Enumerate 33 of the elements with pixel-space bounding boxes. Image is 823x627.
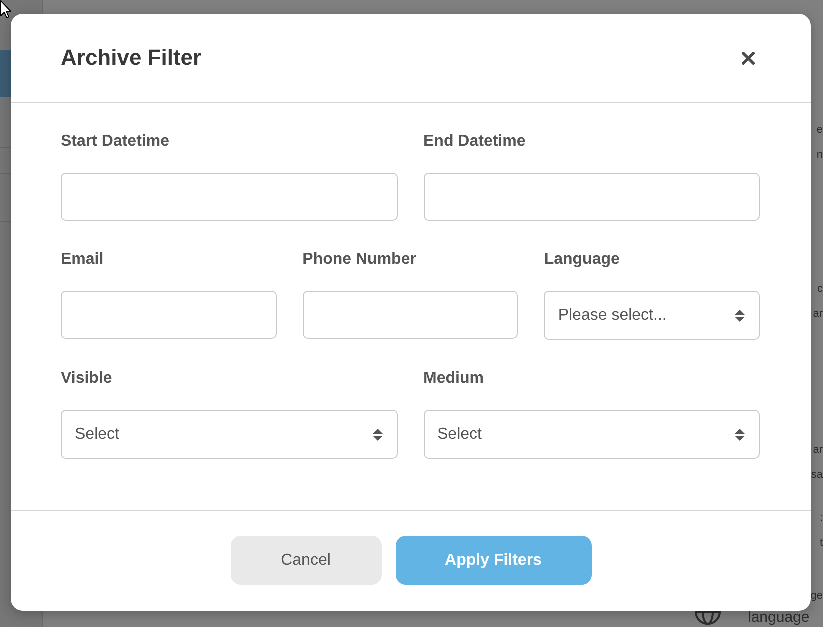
up-down-caret-icon (735, 428, 745, 442)
text-field[interactable] (424, 173, 760, 221)
globe-icon (695, 611, 721, 626)
field-label: Medium (424, 369, 484, 389)
close-button[interactable] (742, 52, 755, 64)
close-icon (742, 52, 755, 64)
field-label: Visible (61, 369, 112, 389)
text-field[interactable] (61, 291, 277, 339)
cursor-icon (0, 0, 12, 19)
up-down-caret-icon (735, 308, 745, 322)
field-label: Email (61, 250, 104, 270)
text-fragment: n (816, 149, 823, 162)
text-fragment: t (820, 537, 823, 550)
field-label: Start Datetime (61, 132, 170, 152)
text-fragment: e (816, 124, 823, 137)
select-field[interactable]: Select (61, 410, 398, 459)
text-fragment: ar (813, 444, 823, 457)
select-field[interactable]: Select (424, 410, 760, 459)
text-fragment: ar (813, 308, 823, 321)
text-fragment: : (820, 512, 823, 525)
text-fragment: c (818, 283, 823, 296)
select-field[interactable]: Please select... (544, 291, 760, 340)
dialog-title: Archive Filter (61, 44, 202, 72)
text-field[interactable] (61, 173, 398, 221)
field-label: Language (544, 250, 620, 270)
text-fragment: ge (810, 590, 823, 603)
field-label: End Datetime (424, 132, 526, 152)
text-fragment: sa (811, 469, 823, 482)
cancel-button[interactable]: Cancel (230, 536, 382, 585)
field-label: Phone Number (302, 250, 416, 270)
text-field[interactable] (302, 291, 518, 339)
up-down-caret-icon (372, 428, 382, 442)
menu-item-label: language (748, 610, 810, 626)
